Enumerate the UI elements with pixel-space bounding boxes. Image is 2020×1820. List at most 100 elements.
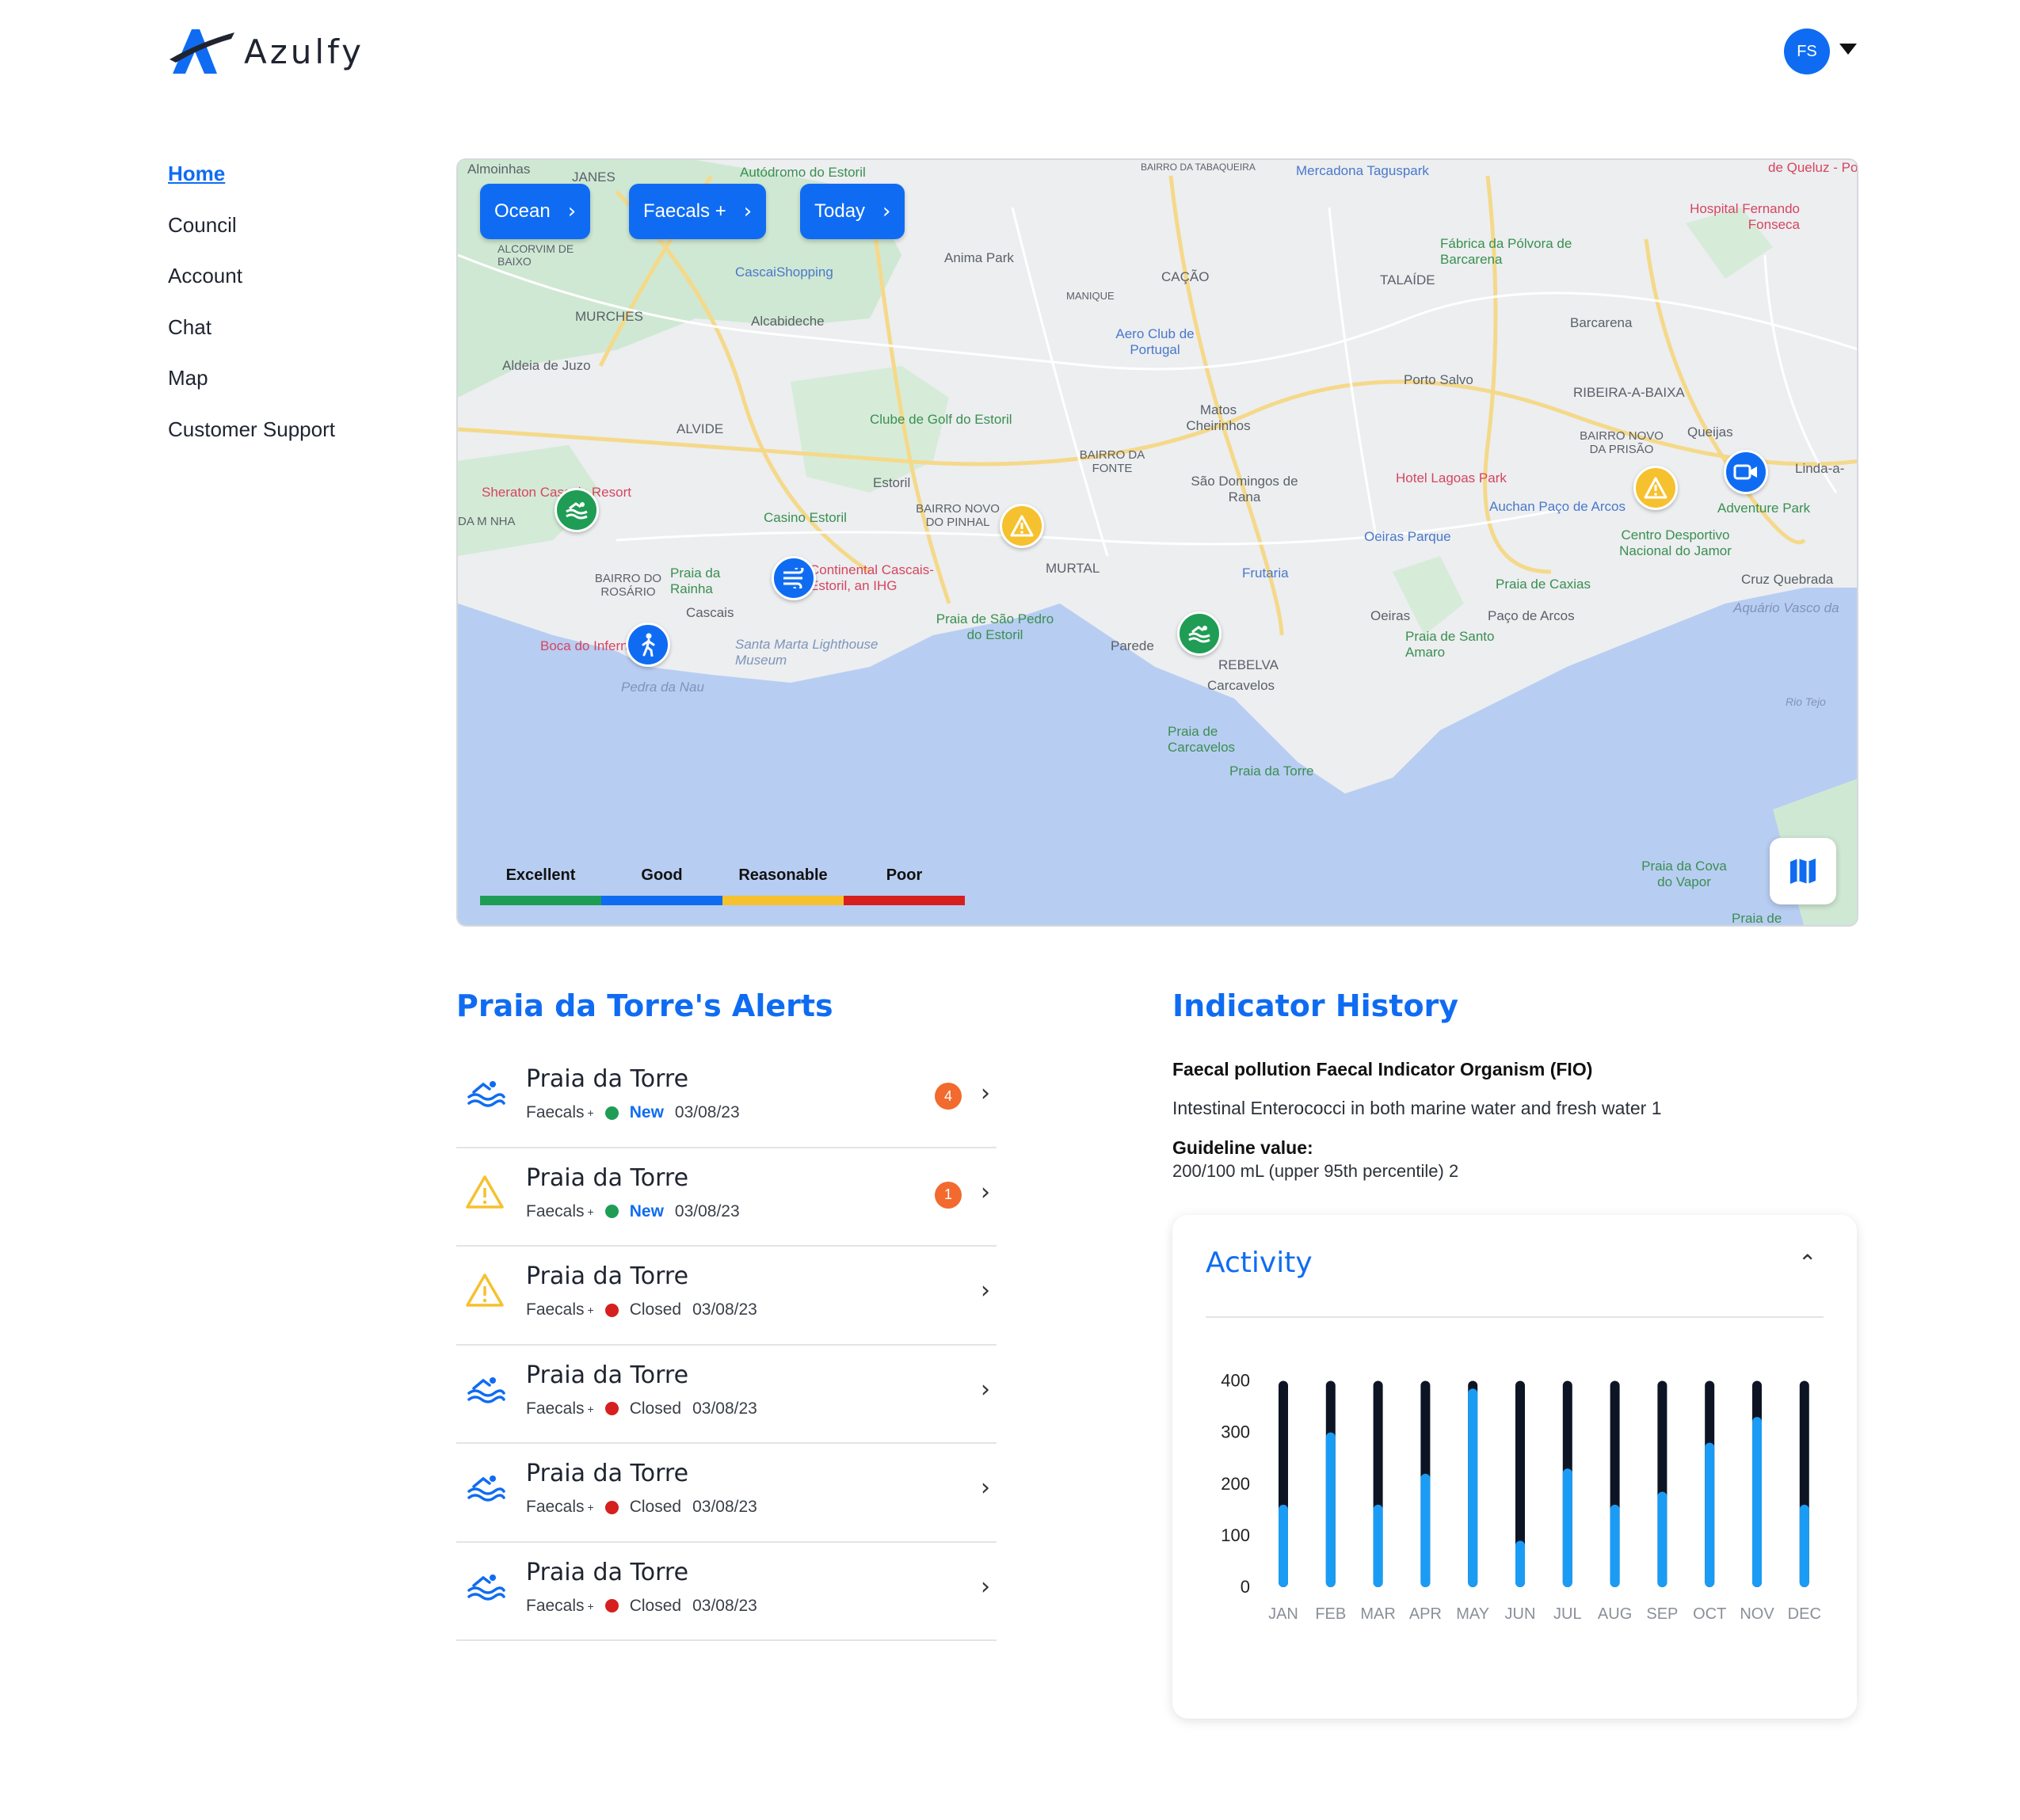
- status-dot: [604, 1106, 619, 1120]
- status-dot: [604, 1303, 619, 1317]
- indicator-description: Intestinal Enterococci in both marine wa…: [1172, 1098, 1662, 1118]
- chevron-right-icon[interactable]: ›: [981, 1178, 990, 1206]
- beach-map[interactable]: Almoinhas JANES Autódromo do Estoril BAI…: [456, 158, 1858, 927]
- alert-meta: Faecals + Closed 03/08/23: [526, 1498, 757, 1517]
- x-tick-label: NOV: [1740, 1605, 1774, 1623]
- alert-meta: Faecals + Closed 03/08/23: [526, 1300, 757, 1319]
- nav-item-map[interactable]: Map: [168, 363, 335, 414]
- bar: [1420, 1473, 1431, 1587]
- divider: [1206, 1316, 1824, 1318]
- status-dot: [604, 1500, 619, 1514]
- chevron-up-icon[interactable]: ⌃: [1798, 1250, 1816, 1276]
- bar: [1752, 1417, 1762, 1587]
- activity-title: Activity: [1206, 1247, 1313, 1279]
- y-tick-label: 200: [1221, 1474, 1250, 1494]
- alert-row[interactable]: Praia da Torre Faecals + Closed 03/08/23 …: [456, 1543, 997, 1641]
- nav-item-chat[interactable]: Chat: [168, 312, 335, 364]
- x-tick-label: OCT: [1693, 1605, 1726, 1623]
- alert-row[interactable]: Praia da Torre Faecals + Closed 03/08/23 …: [456, 1247, 997, 1346]
- x-tick-label: AUG: [1598, 1605, 1632, 1623]
- x-tick-label: MAY: [1456, 1605, 1489, 1623]
- alert-type: Faecals: [526, 1498, 585, 1516]
- chevron-right-icon[interactable]: ›: [981, 1474, 990, 1502]
- chevron-right-icon[interactable]: ›: [981, 1573, 990, 1601]
- legend-swatch-reasonable: [722, 896, 844, 905]
- alert-type-sup: +: [587, 1106, 594, 1119]
- swimming-icon: [467, 1081, 505, 1107]
- map-label: Aldeia de Juzo: [502, 358, 591, 373]
- x-tick-label: MAR: [1360, 1605, 1395, 1623]
- map-label: Almoinhas: [467, 162, 531, 177]
- bar: [1325, 1432, 1336, 1587]
- user-menu-caret-icon[interactable]: [1839, 44, 1857, 55]
- alert-meta: Faecals + Closed 03/08/23: [526, 1399, 757, 1418]
- chevron-right-icon[interactable]: ›: [981, 1277, 990, 1304]
- map-marker-warning-icon[interactable]: [1633, 466, 1678, 510]
- map-label: Praia da Rainha: [670, 565, 721, 596]
- status-dot: [604, 1205, 619, 1218]
- map-label: Mercadona Taguspark: [1296, 163, 1429, 178]
- azulfy-logo[interactable]: Azulfy: [168, 27, 364, 76]
- filter-chip-today[interactable]: Today ›: [800, 184, 905, 239]
- map-label: REBELVA: [1218, 657, 1279, 672]
- map-label: BAIRRO DA FONTE: [1079, 448, 1145, 475]
- chevron-right-icon: ›: [882, 200, 891, 223]
- chevron-right-icon[interactable]: ›: [981, 1376, 990, 1403]
- indicator-history-title: Indicator History: [1172, 988, 1459, 1023]
- map-label: MURTAL: [1046, 561, 1100, 576]
- alert-title: Praia da Torre: [526, 1558, 689, 1586]
- nav-item-account[interactable]: Account: [168, 261, 335, 312]
- filter-chip-ocean[interactable]: Ocean ›: [480, 184, 591, 239]
- water-quality-legend: Excellent Good Reasonable Poor: [480, 866, 965, 905]
- map-icon: [1790, 859, 1816, 884]
- azulfy-logo-icon: [170, 29, 234, 74]
- map-view-toggle-button[interactable]: [1770, 838, 1836, 904]
- guideline-label: Guideline value:: [1172, 1137, 1313, 1158]
- map-label: Cascais: [686, 605, 734, 620]
- alert-status: Closed: [629, 1498, 682, 1516]
- chevron-right-icon: ›: [743, 200, 753, 223]
- alert-meta: Faecals + Closed 03/08/23: [526, 1597, 757, 1616]
- map-marker-swimming-icon[interactable]: [1177, 611, 1222, 656]
- nav-item-council[interactable]: Council: [168, 210, 335, 261]
- user-avatar[interactable]: FS: [1784, 29, 1830, 74]
- map-label: Porto Salvo: [1404, 372, 1473, 387]
- map-label: de Queluz - Po: [1768, 160, 1858, 175]
- map-label: Paço de Arcos: [1488, 608, 1575, 623]
- map-marker-walking-icon[interactable]: [626, 623, 670, 667]
- swimming-icon: [467, 1475, 505, 1502]
- filter-chip-faecals[interactable]: Faecals + ›: [629, 184, 767, 239]
- alert-row[interactable]: Praia da Torre Faecals + Closed 03/08/23 …: [456, 1346, 997, 1444]
- map-label: JANES: [572, 169, 616, 185]
- map-label: Carcavelos: [1207, 678, 1275, 693]
- map-label: CAÇÃO: [1161, 269, 1210, 284]
- sidebar-nav: Home Council Account Chat Map Customer S…: [168, 158, 335, 465]
- alert-row[interactable]: Praia da Torre Faecals + Closed 03/08/23 …: [456, 1444, 997, 1543]
- legend-swatch-excellent: [480, 896, 601, 905]
- alert-row[interactable]: Praia da Torre Faecals + New 03/08/23 1 ›: [456, 1148, 997, 1247]
- map-marker-swimming-icon[interactable]: [555, 488, 599, 532]
- status-dot: [604, 1599, 619, 1612]
- map-label: BAIRRO NOVO DO PINHAL: [916, 502, 1000, 529]
- map-marker-warning-icon[interactable]: [1000, 504, 1044, 548]
- alert-date: 03/08/23: [674, 1201, 740, 1220]
- map-label: Parede: [1111, 638, 1154, 653]
- legend-label-good: Good: [641, 866, 683, 884]
- legend-label-reasonable: Reasonable: [738, 866, 828, 884]
- map-marker-wind-icon[interactable]: [772, 556, 816, 600]
- map-marker-video-camera-icon[interactable]: [1724, 450, 1768, 494]
- map-label: Hospital Fernando Fonseca: [1690, 201, 1800, 232]
- map-label: Anima Park: [944, 250, 1014, 265]
- map-label: Adventure Park: [1717, 501, 1811, 516]
- alert-row[interactable]: Praia da Torre Faecals + New 03/08/23 4 ›: [456, 1049, 997, 1148]
- map-label: BAIRRO DA TABAQUEIRA: [1141, 162, 1256, 173]
- x-tick-label: APR: [1409, 1605, 1442, 1623]
- x-tick-label: FEB: [1315, 1605, 1346, 1623]
- nav-item-customer-support[interactable]: Customer Support: [168, 414, 335, 466]
- chevron-right-icon[interactable]: ›: [981, 1079, 990, 1107]
- map-label: BAIRRO NOVO DA PRISÃO: [1580, 429, 1664, 456]
- map-label: MANIQUE: [1066, 290, 1115, 302]
- status-dot: [604, 1402, 619, 1415]
- nav-item-home[interactable]: Home: [168, 158, 335, 210]
- map-label: Praia de Santo Amaro: [1405, 629, 1495, 660]
